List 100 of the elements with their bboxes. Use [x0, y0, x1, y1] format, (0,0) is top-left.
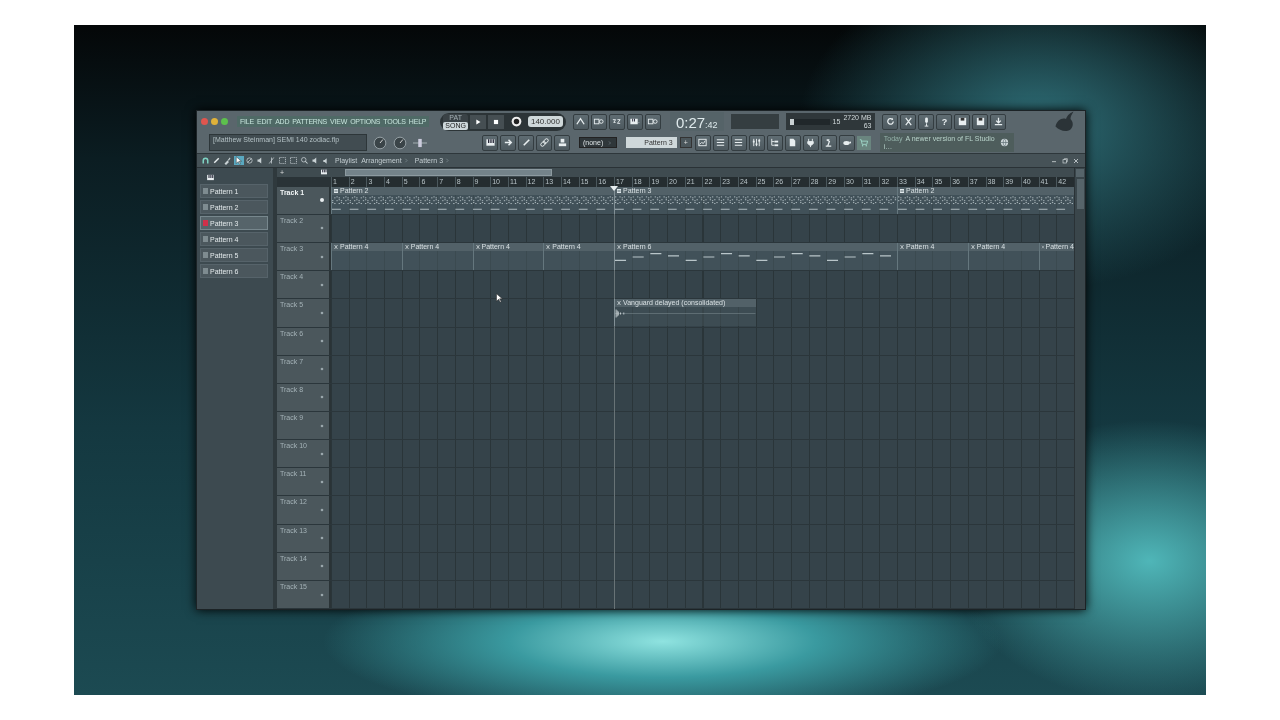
record-icon — [509, 115, 523, 128]
countdown-button[interactable] — [608, 113, 625, 130]
playlist-button[interactable] — [694, 134, 711, 151]
wait-icon — [593, 116, 605, 127]
metronome-button[interactable] — [572, 113, 589, 130]
knob-icon — [373, 135, 387, 150]
paint-tool[interactable] — [223, 156, 233, 165]
cross-icon — [1040, 244, 1045, 251]
pattern-marker — [203, 220, 208, 226]
piano-icon — [484, 137, 496, 148]
play-button[interactable] — [469, 114, 486, 129]
list-icon — [715, 137, 727, 148]
export-button[interactable] — [972, 113, 989, 130]
stop-button[interactable] — [487, 114, 504, 129]
stamp-button[interactable] — [554, 134, 570, 151]
cross-icon — [403, 244, 410, 251]
horizontal-scrollbar[interactable] — [345, 169, 552, 176]
mute-icon — [245, 156, 254, 165]
minimize-button[interactable] — [211, 118, 218, 125]
slice-tool[interactable] — [267, 156, 277, 165]
list-icon — [733, 137, 745, 148]
pencil-button[interactable] — [518, 134, 534, 151]
record-audio-button[interactable] — [918, 113, 935, 130]
cross-icon — [902, 116, 914, 127]
chevron-icon — [402, 157, 410, 164]
magnet-tool[interactable] — [201, 156, 211, 165]
cross-icon — [545, 244, 552, 251]
vertical-scrollbar[interactable] — [1074, 168, 1085, 609]
browser-button[interactable] — [766, 134, 783, 151]
cross-button[interactable] — [900, 113, 917, 130]
square-icon — [333, 187, 339, 194]
track-dot-icon — [318, 196, 326, 205]
arrow-button[interactable] — [500, 134, 516, 151]
select-tool[interactable] — [289, 156, 299, 165]
pattern-marker — [203, 252, 208, 258]
close-button[interactable] — [1072, 156, 1081, 165]
zoom-icon — [300, 156, 309, 165]
slice-icon — [267, 156, 276, 165]
pencil-icon — [520, 137, 532, 148]
project-button[interactable] — [784, 134, 801, 151]
plug-icon — [805, 137, 817, 148]
oscilloscope-panel — [730, 114, 779, 129]
sliders-icon — [751, 137, 763, 148]
playhead-marker — [610, 186, 619, 191]
chevron-icon — [444, 157, 452, 164]
knob-icon — [393, 135, 407, 150]
chart-icon — [697, 137, 709, 148]
cross-icon — [616, 244, 623, 251]
turtle-button[interactable] — [838, 134, 855, 151]
pattern-marker — [203, 204, 208, 210]
pencil-icon — [212, 156, 221, 165]
pointer-icon — [234, 156, 243, 165]
paint-icon — [223, 156, 232, 165]
piano-icon — [320, 168, 328, 177]
cross-icon — [616, 300, 623, 307]
link-button[interactable] — [536, 134, 552, 151]
mouse-pointer-icon — [494, 293, 504, 303]
cross-icon — [899, 244, 906, 251]
metronome-icon — [575, 116, 587, 127]
tempo-field[interactable]: 140.000 — [527, 116, 563, 127]
square-icon — [616, 187, 623, 194]
record-button[interactable] — [509, 114, 524, 129]
mute-tool[interactable] — [245, 156, 255, 165]
select-tool[interactable] — [278, 156, 288, 165]
piano-icon — [206, 172, 215, 182]
save-button[interactable] — [954, 113, 971, 130]
pattern-marker — [203, 268, 208, 274]
tree-icon — [769, 137, 781, 148]
restore-icon — [1061, 156, 1069, 165]
mixer-button[interactable] — [748, 134, 765, 151]
pattern-marker — [203, 188, 208, 194]
circular-arrow-icon — [884, 116, 896, 127]
pointer-tool[interactable] — [234, 156, 244, 165]
loop-record-button[interactable] — [644, 113, 661, 130]
restore-button[interactable] — [1061, 156, 1070, 165]
square-icon — [899, 187, 906, 194]
stamp-icon — [556, 137, 568, 148]
close-icon — [1072, 156, 1080, 165]
arrow-icon — [502, 137, 514, 148]
zoom-tool[interactable] — [300, 156, 310, 165]
download-icon — [992, 116, 1004, 127]
maximize-button[interactable] — [221, 118, 228, 125]
help-button[interactable]: ? — [936, 113, 953, 130]
piano-roll-button[interactable] — [482, 134, 498, 151]
magnet-icon — [201, 156, 210, 165]
step-sequencer-button[interactable] — [712, 134, 729, 151]
time-readout-small: :42 — [705, 120, 718, 131]
chevron-icon — [607, 139, 614, 146]
download-button[interactable] — [990, 113, 1007, 130]
cross-icon — [333, 244, 339, 251]
wait-button[interactable] — [590, 113, 607, 130]
cart-icon — [858, 137, 870, 148]
refresh-button[interactable] — [882, 113, 899, 130]
plugin-button[interactable] — [802, 134, 819, 151]
globe-icon — [998, 137, 1010, 148]
pencil-tool[interactable] — [212, 156, 222, 165]
pattern-marker — [203, 236, 208, 242]
keyboard-icon — [629, 116, 641, 127]
typing-keyboard-button[interactable] — [626, 113, 643, 130]
cross-icon — [474, 244, 481, 251]
